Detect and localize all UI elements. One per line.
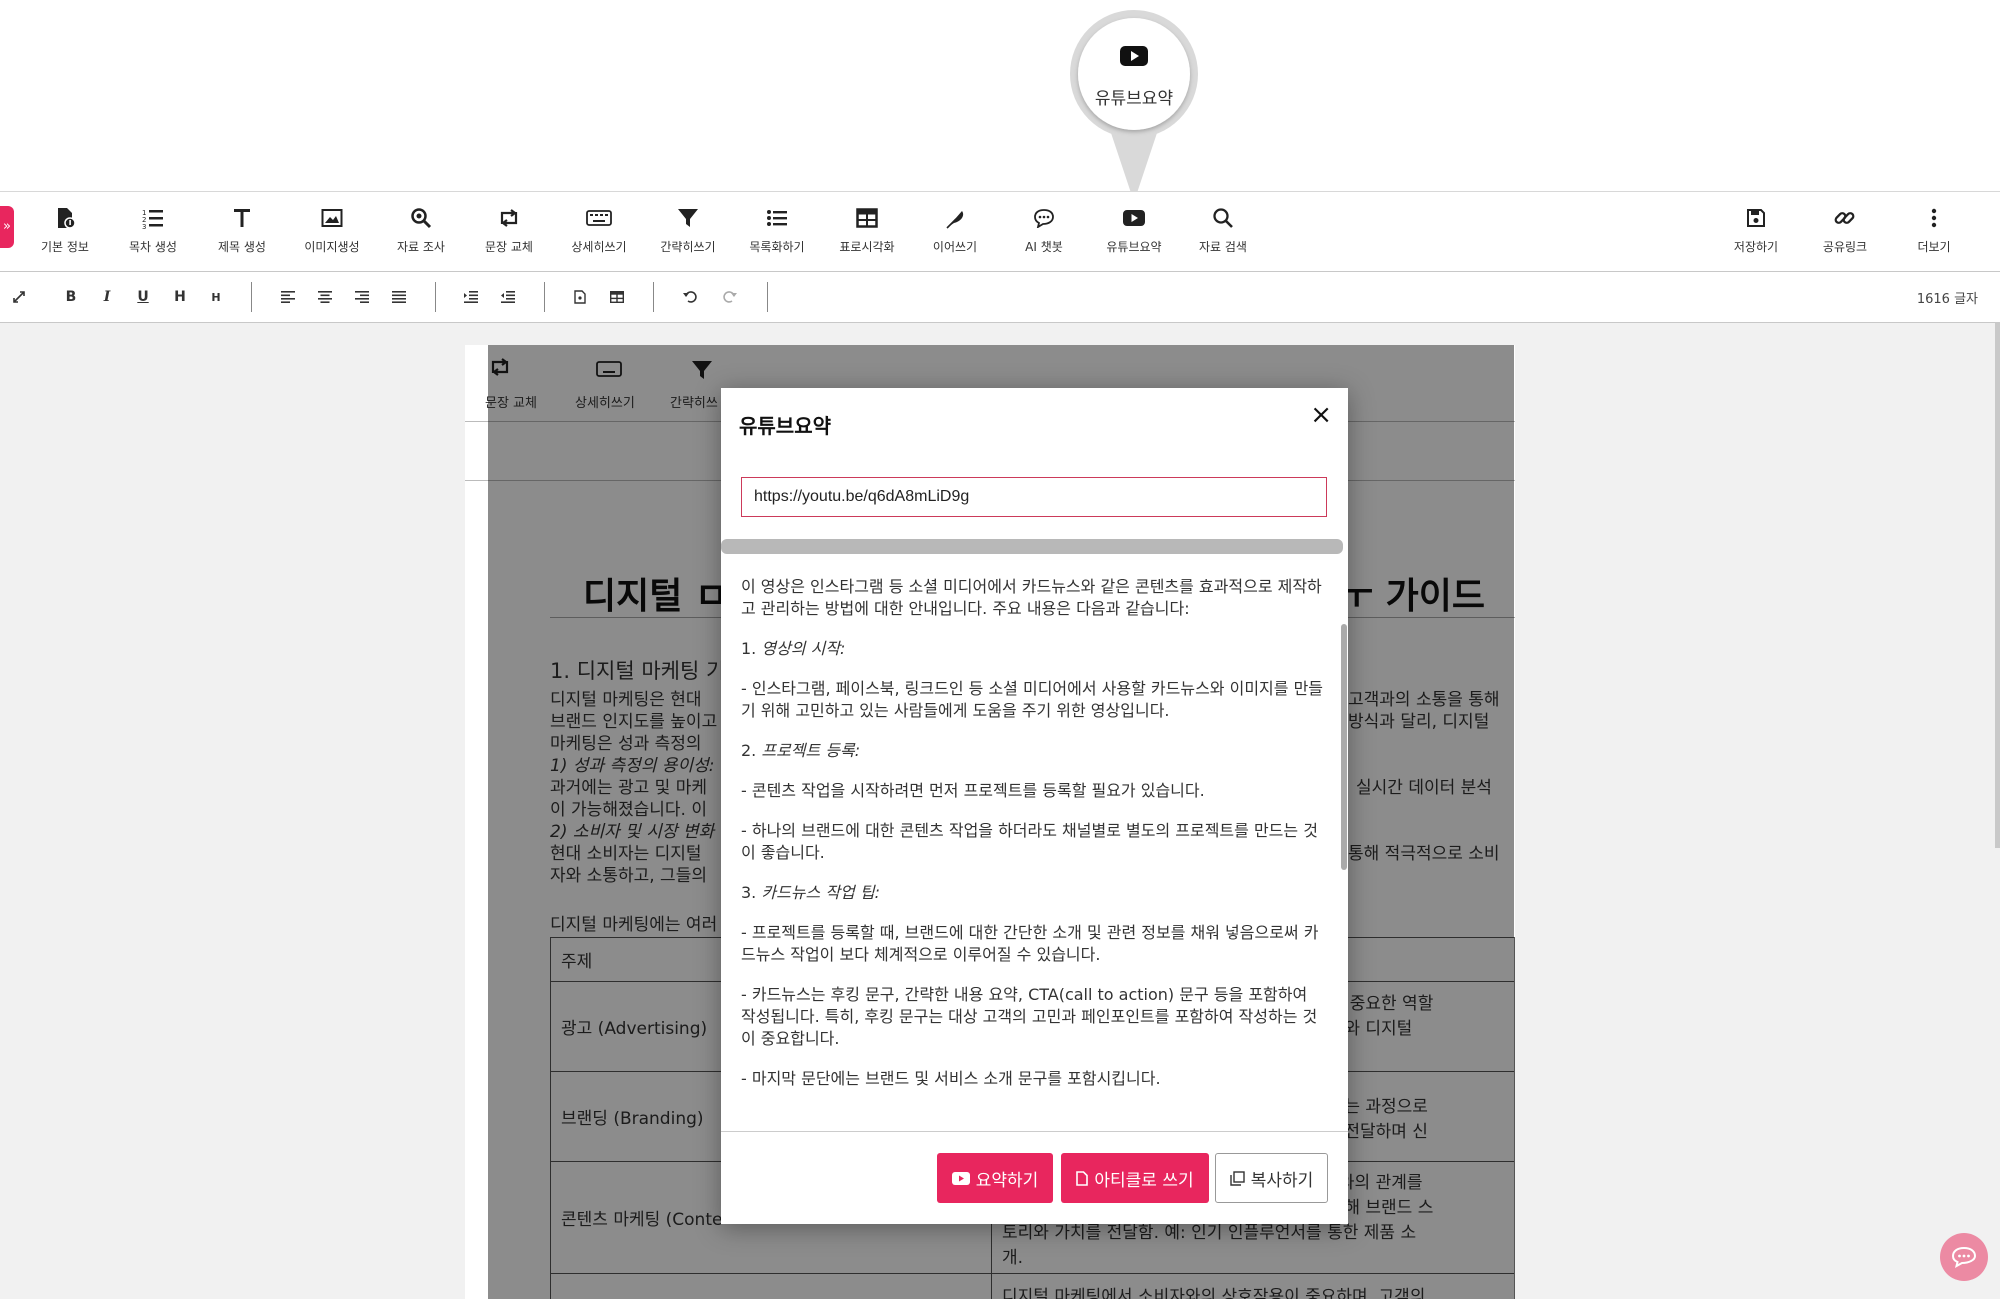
toolbar-detail-write[interactable]: 상세히쓰기 xyxy=(556,204,642,255)
copy-icon xyxy=(1230,1170,1245,1186)
toolbar-share-link[interactable]: 공유링크 xyxy=(1802,204,1888,255)
summary-scrollbar[interactable] xyxy=(1341,624,1347,870)
chat-icon xyxy=(1001,204,1087,232)
toolbar-brief-write[interactable]: 간략히쓰기 xyxy=(645,204,731,255)
link-icon xyxy=(1802,204,1888,232)
underline-button[interactable]: U xyxy=(130,285,156,309)
text-t-icon xyxy=(199,204,285,232)
swap-icon xyxy=(466,204,552,232)
youtube-summary-modal: 유튜브요약 × 이 영상은 인스타그램 등 소셜 미디어에서 카드뉴스와 같은 … xyxy=(721,388,1348,1224)
search-zoom-icon xyxy=(378,204,464,232)
align-left-icon[interactable] xyxy=(275,285,301,309)
divider xyxy=(435,282,436,312)
redo-icon[interactable] xyxy=(717,285,743,309)
filter-icon xyxy=(645,204,731,232)
chat-fab-button[interactable] xyxy=(1940,1233,1988,1281)
main-toolbar: » 기본 정보 123 목차 생성 제목 생성 이미지생성 자료 조사 문장 교… xyxy=(0,191,2000,272)
toolbar-research[interactable]: 자료 조사 xyxy=(378,204,464,255)
youtube-icon xyxy=(1091,204,1177,232)
toolbar-sentence-swap[interactable]: 문장 교체 xyxy=(466,204,552,255)
toolbar-more[interactable]: 더보기 xyxy=(1891,204,1977,255)
divider xyxy=(544,282,545,312)
file-info-icon xyxy=(22,204,108,232)
indent-decrease-icon[interactable] xyxy=(495,285,521,309)
toolbar-ai-chatbot[interactable]: AI 챗봇 xyxy=(1001,204,1087,255)
youtube-url-input[interactable] xyxy=(741,477,1327,517)
keyboard-icon xyxy=(556,204,642,232)
image-icon xyxy=(289,204,375,232)
copy-button[interactable]: 복사하기 xyxy=(1215,1153,1328,1203)
toolbar-save[interactable]: 저장하기 xyxy=(1713,204,1799,255)
modal-title: 유튜브요약 xyxy=(739,414,831,438)
chat-icon xyxy=(1951,1246,1977,1268)
heading1-button[interactable]: H xyxy=(167,285,193,309)
write-article-button[interactable]: 아티클로 쓰기 xyxy=(1061,1153,1209,1203)
feather-icon xyxy=(912,204,998,232)
youtube-summary-callout: 유튜브요약 xyxy=(1066,6,1202,206)
svg-text:3: 3 xyxy=(142,223,146,229)
align-justify-icon[interactable] xyxy=(386,285,412,309)
close-icon[interactable]: × xyxy=(1310,400,1332,430)
align-center-icon[interactable] xyxy=(312,285,338,309)
toolbar-table-visualize[interactable]: 표로시각화 xyxy=(824,204,910,255)
toolbar-toc[interactable]: 123 목차 생성 xyxy=(110,204,196,255)
list-ordered-icon: 123 xyxy=(110,204,196,232)
progress-bar xyxy=(721,539,1343,554)
modal-footer: 요약하기 아티클로 쓰기 복사하기 xyxy=(721,1131,1348,1225)
list-icon xyxy=(734,204,820,232)
youtube-icon xyxy=(951,1171,970,1185)
table-icon xyxy=(824,204,910,232)
callout-label: 유튜브요약 xyxy=(1094,89,1174,109)
heading2-button[interactable]: H xyxy=(203,285,229,309)
italic-button[interactable]: I xyxy=(94,285,120,309)
summary-text[interactable]: 이 영상은 인스타그램 등 소셜 미디어에서 카드뉴스와 같은 콘텐츠를 효과적… xyxy=(741,576,1326,1115)
toolbar-youtube-summary[interactable]: 유튜브요약 xyxy=(1091,204,1177,255)
divider xyxy=(251,282,252,312)
char-count: 1616 글자 xyxy=(1916,292,1978,307)
undo-icon[interactable] xyxy=(677,285,703,309)
toolbar-continue-write[interactable]: 이어쓰기 xyxy=(912,204,998,255)
format-toolbar: B I U H H 1616 글자 xyxy=(0,272,2000,323)
youtube-icon xyxy=(1120,46,1148,66)
toolbar-basic-info[interactable]: 기본 정보 xyxy=(22,204,108,255)
toolbar-image-gen[interactable]: 이미지생성 xyxy=(289,204,375,255)
file-icon xyxy=(1076,1170,1089,1186)
page-scrollbar[interactable] xyxy=(1995,323,2000,848)
more-vertical-icon xyxy=(1891,204,1977,232)
toolbar-data-search[interactable]: 자료 검색 xyxy=(1180,204,1266,255)
search-icon xyxy=(1180,204,1266,232)
expand-icon[interactable] xyxy=(6,285,32,309)
toolbar-listify[interactable]: 목록화하기 xyxy=(734,204,820,255)
bold-button[interactable]: B xyxy=(58,285,84,309)
sidebar-toggle-button[interactable]: » xyxy=(0,206,14,248)
insert-table-icon[interactable] xyxy=(604,285,630,309)
divider xyxy=(767,282,768,312)
divider xyxy=(653,282,654,312)
align-right-icon[interactable] xyxy=(349,285,375,309)
toolbar-title-gen[interactable]: 제목 생성 xyxy=(199,204,285,255)
indent-increase-icon[interactable] xyxy=(458,285,484,309)
summarize-button[interactable]: 요약하기 xyxy=(937,1153,1053,1203)
insert-file-icon[interactable] xyxy=(567,285,593,309)
save-icon xyxy=(1713,204,1799,232)
